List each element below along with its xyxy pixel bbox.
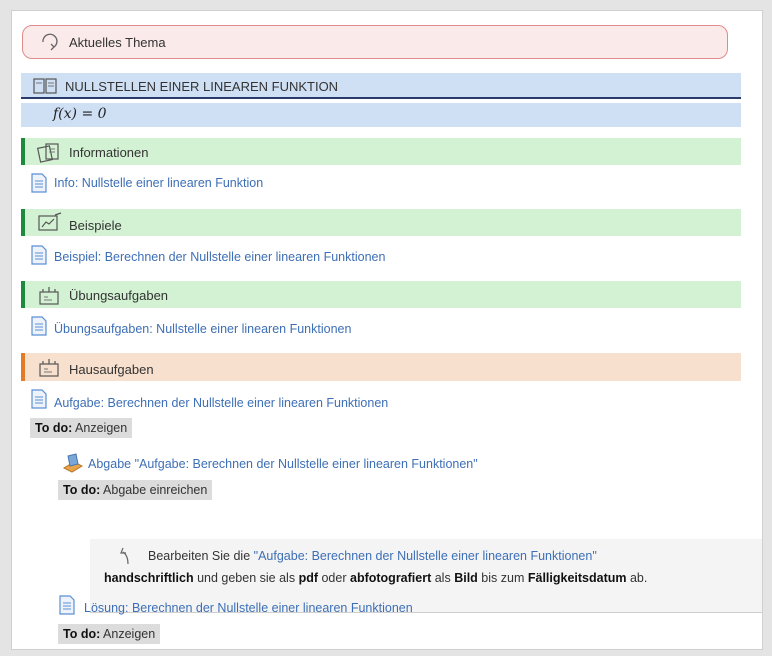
todo-value: Anzeigen: [75, 421, 128, 435]
book-icon: [33, 77, 57, 95]
todo-value: Anzeigen: [103, 627, 156, 641]
note-task-link[interactable]: "Aufgabe: Berechnen der Nullstelle einer…: [254, 549, 597, 563]
chart-board-icon: [37, 212, 63, 234]
todo-badge: To do: Abgabe einreichen: [58, 480, 213, 500]
todo-badge: To do: Anzeigen: [30, 418, 133, 438]
link-label[interactable]: Abgabe "Aufgabe: Berechnen der Nullstell…: [88, 457, 478, 471]
link-label[interactable]: Übungsaufgaben: Nullstelle einer lineare…: [54, 322, 351, 336]
note-line-1: Bearbeiten Sie die "Aufgabe: Berechnen d…: [148, 549, 597, 563]
section-title: Beispiele: [69, 218, 122, 233]
section-title: Informationen: [69, 145, 149, 160]
page-icon: [30, 245, 48, 265]
info-cards-icon: [37, 141, 61, 163]
section-informationen: Informationen: [21, 138, 741, 165]
note-line-2: handschriftlich und geben sie als pdf od…: [104, 571, 648, 585]
current-topic-label: Aktuelles Thema: [69, 35, 166, 50]
submission-icon: [62, 452, 84, 474]
link-label[interactable]: Beispiel: Berechnen der Nullstelle einer…: [54, 250, 385, 264]
lesson-formula: f(x) = 0: [53, 106, 107, 122]
course-page: Aktuelles Thema NULLSTELLEN EINER LINEAR…: [11, 10, 763, 650]
todo-prefix: To do:: [63, 627, 101, 641]
todo-badge: To do: Anzeigen: [58, 624, 161, 644]
arrow-up-icon: [118, 545, 138, 565]
page-icon: [58, 595, 76, 615]
page-icon: [30, 389, 48, 409]
formula-bar: f(x) = 0: [21, 103, 741, 127]
rotate-arrow-icon: [39, 30, 61, 52]
link-label[interactable]: Lösung: Berechnen der Nullstelle einer l…: [84, 601, 413, 615]
todo-prefix: To do:: [63, 483, 101, 497]
lesson-title: NULLSTELLEN EINER LINEAREN FUNKTION: [65, 79, 339, 94]
section-uebungsaufgaben: Übungsaufgaben: [21, 281, 741, 308]
page-icon: [30, 316, 48, 336]
section-title: Übungsaufgaben: [69, 288, 169, 303]
section-title: Hausaufgaben: [69, 362, 154, 377]
page-icon: [30, 173, 48, 193]
section-beispiele: Beispiele: [21, 209, 741, 236]
link-label[interactable]: Info: Nullstelle einer linearen Funktion: [54, 176, 263, 190]
exercise-icon: [37, 356, 63, 378]
section-hausaufgaben: Hausaufgaben: [21, 353, 741, 381]
exercise-icon: [37, 284, 63, 306]
todo-value: Abgabe einreichen: [103, 483, 208, 497]
todo-prefix: To do:: [35, 421, 73, 435]
current-topic-banner: Aktuelles Thema: [22, 25, 728, 59]
lesson-title-bar: NULLSTELLEN EINER LINEAREN FUNKTION: [21, 73, 741, 99]
link-label[interactable]: Aufgabe: Berechnen der Nullstelle einer …: [54, 396, 388, 410]
